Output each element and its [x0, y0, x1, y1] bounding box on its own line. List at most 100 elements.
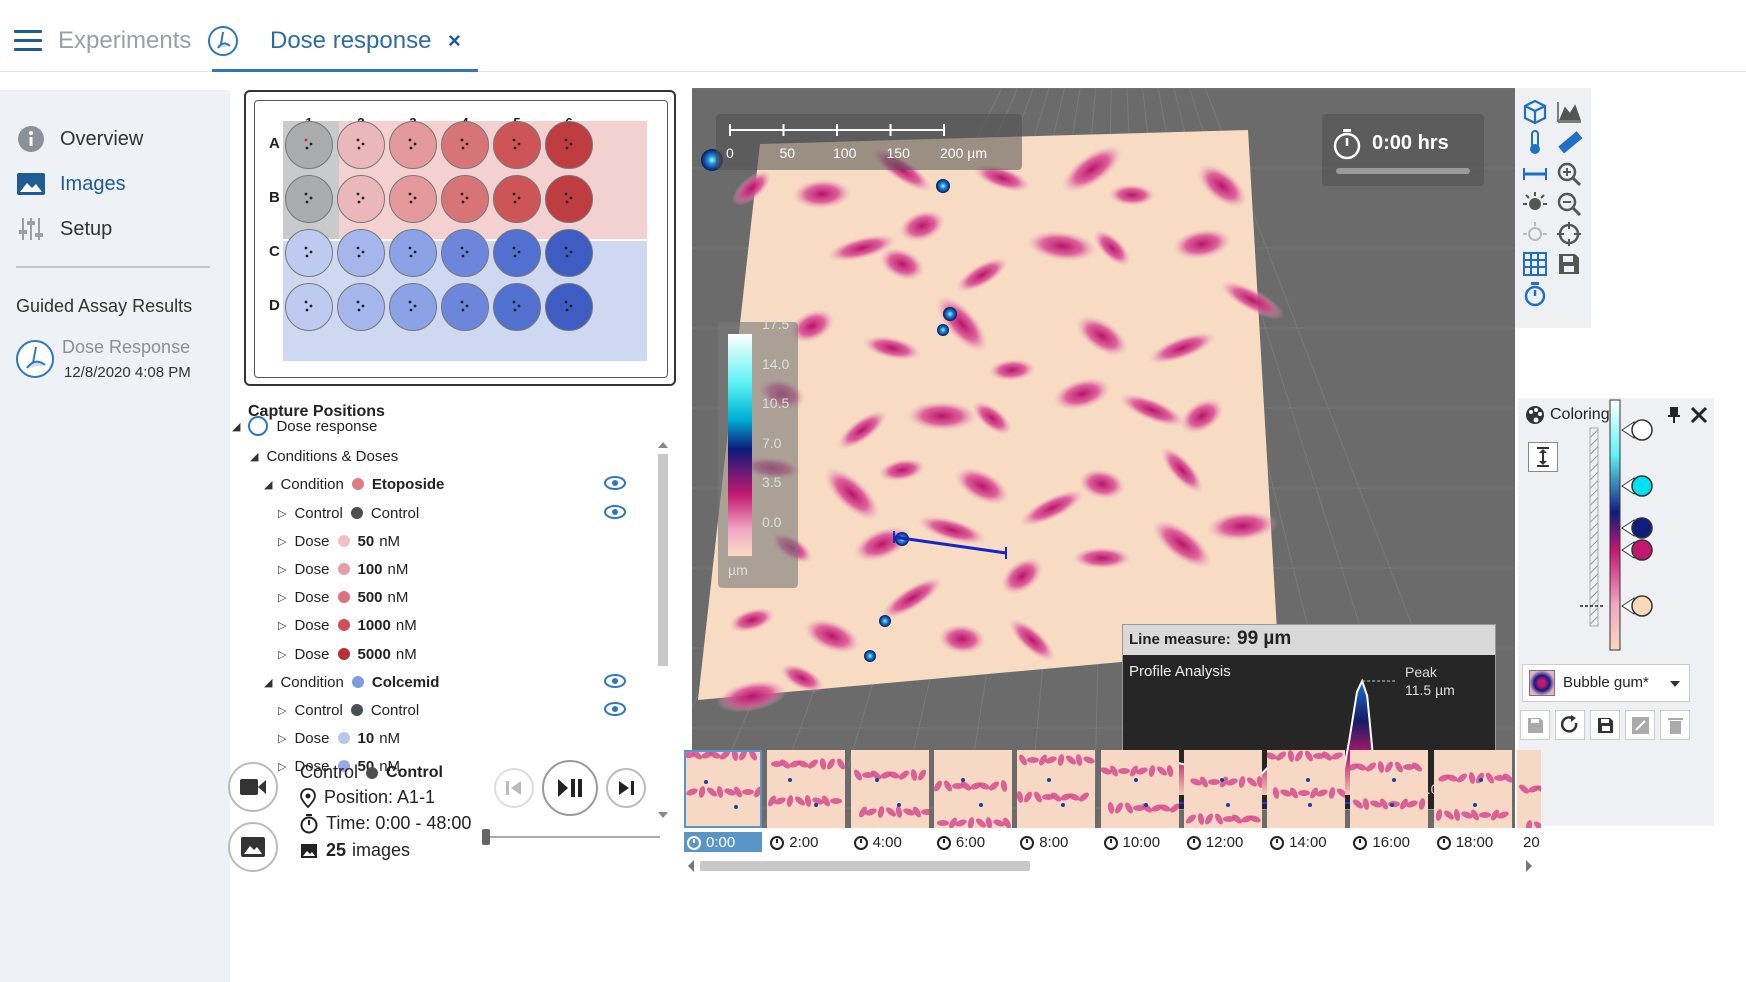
plate-well[interactable] — [389, 283, 437, 331]
save-preset-button[interactable] — [1520, 710, 1550, 740]
expand-toggle-icon[interactable]: ▷ — [278, 591, 286, 604]
plate-well[interactable] — [285, 229, 333, 277]
color-stop-handle[interactable] — [1631, 595, 1653, 617]
tree-row-cond[interactable]: ◢ Condition Etoposide — [264, 471, 444, 497]
timeline-time-label[interactable]: 20:00 — [1517, 832, 1541, 852]
plate-well[interactable] — [337, 283, 385, 331]
expand-toggle-icon[interactable]: ◢ — [232, 420, 240, 433]
expand-toggle-icon[interactable]: ◢ — [264, 676, 272, 689]
visibility-eye-icon[interactable] — [604, 702, 626, 716]
timeline-thumbnail[interactable] — [1017, 750, 1096, 828]
color-stop-handle[interactable] — [1631, 475, 1653, 497]
tree-row-item[interactable]: ▷ Dose 500 nM — [278, 584, 408, 610]
plate-well[interactable] — [389, 229, 437, 277]
color-stop-handle[interactable] — [1631, 517, 1653, 539]
timeline-time-label[interactable]: 12:00 — [1184, 832, 1262, 852]
plate-well[interactable] — [493, 229, 541, 277]
plate-well[interactable] — [441, 121, 489, 169]
area-chart-icon[interactable] — [1555, 98, 1583, 126]
timeline-time-label[interactable]: 4:00 — [851, 832, 929, 852]
expand-toggle-icon[interactable]: ◢ — [250, 450, 258, 463]
timeline-thumbnail[interactable] — [767, 750, 846, 828]
plate-well[interactable] — [337, 121, 385, 169]
visibility-eye-icon[interactable] — [604, 674, 626, 688]
plate-well[interactable] — [545, 121, 593, 169]
timeline-thumbnail[interactable] — [850, 750, 929, 828]
color-stop-handle[interactable] — [1631, 419, 1653, 441]
save-button[interactable] — [1590, 710, 1620, 740]
step-forward-button[interactable] — [606, 768, 646, 808]
brightness-low-icon[interactable] — [1521, 220, 1549, 248]
expand-toggle-icon[interactable]: ▷ — [278, 507, 286, 520]
fit-range-button[interactable] — [1528, 442, 1558, 472]
plate-well[interactable] — [441, 283, 489, 331]
plate-well[interactable] — [285, 175, 333, 223]
timeline-time-label[interactable]: 18:00 — [1434, 832, 1512, 852]
timeline-thumbnail[interactable] — [1517, 750, 1541, 828]
tree-row-item[interactable]: ▷ Control Control — [278, 697, 419, 723]
tree-scrollbar[interactable] — [657, 440, 669, 822]
plate-well[interactable] — [337, 175, 385, 223]
tree-row-root[interactable]: ◢ Dose response — [232, 413, 377, 439]
timeline-thumbnail[interactable] — [1350, 750, 1429, 828]
timeline-thumbnail[interactable] — [1433, 750, 1512, 828]
plate-well[interactable] — [493, 121, 541, 169]
plate-well[interactable] — [285, 121, 333, 169]
tree-row-group[interactable]: ◢ Conditions & Doses — [250, 443, 398, 469]
tree-row-item[interactable]: ▷ Dose 50 nM — [278, 528, 400, 554]
zoom-out-icon[interactable] — [1555, 190, 1583, 218]
assay-name-link[interactable]: Dose Response — [62, 337, 190, 358]
plate-well[interactable] — [389, 121, 437, 169]
grid-icon[interactable] — [1521, 250, 1549, 278]
timeline-time-label[interactable]: 6:00 — [934, 832, 1012, 852]
plate-well[interactable] — [545, 175, 593, 223]
reset-button[interactable] — [1555, 710, 1585, 740]
zoom-in-icon[interactable] — [1555, 160, 1583, 188]
tree-row-item[interactable]: ▷ Dose 1000 nM — [278, 612, 417, 638]
video-button[interactable] — [228, 762, 278, 812]
plate-well[interactable] — [545, 283, 593, 331]
expand-toggle-icon[interactable]: ▷ — [278, 563, 286, 576]
color-stop-handle[interactable] — [1631, 539, 1653, 561]
timeline-scrollbar[interactable] — [688, 858, 1532, 874]
ruler-icon[interactable] — [1555, 128, 1583, 156]
timer-icon[interactable] — [1521, 280, 1549, 308]
expand-toggle-icon[interactable]: ▷ — [278, 648, 286, 661]
timeline-thumbnail[interactable] — [933, 750, 1012, 828]
playback-slider-track[interactable] — [488, 836, 660, 838]
expand-toggle-icon[interactable]: ▷ — [278, 732, 286, 745]
timeline-time-label[interactable]: 8:00 — [1017, 832, 1095, 852]
timeline-time-label[interactable]: 14:00 — [1267, 832, 1345, 852]
play-pause-button[interactable] — [542, 760, 598, 816]
timeline-thumbnail[interactable] — [684, 750, 762, 828]
timeline-time-label[interactable]: 16:00 — [1350, 832, 1428, 852]
visibility-eye-icon[interactable] — [604, 476, 626, 490]
timeline-time-label[interactable]: 10:00 — [1101, 832, 1179, 852]
sidebar-item-setup[interactable]: Setup — [16, 212, 112, 246]
timeline-thumbnail[interactable] — [1183, 750, 1262, 828]
cube-icon[interactable] — [1521, 98, 1549, 126]
tab-experiments[interactable]: Experiments — [58, 27, 191, 55]
preset-select[interactable]: Bubble gum* — [1522, 664, 1690, 702]
color-stop-editor[interactable] — [1578, 398, 1708, 658]
crosshair-icon[interactable] — [1555, 220, 1583, 248]
expand-toggle-icon[interactable]: ▷ — [278, 535, 286, 548]
plate-well[interactable] — [285, 283, 333, 331]
delete-button[interactable] — [1660, 710, 1690, 740]
tree-row-item[interactable]: ▷ Dose 5000 nM — [278, 641, 417, 667]
plate-well[interactable] — [493, 283, 541, 331]
image-button[interactable] — [228, 822, 278, 872]
visibility-eye-icon[interactable] — [604, 505, 626, 519]
measure-icon[interactable] — [1521, 160, 1549, 188]
sidebar-item-overview[interactable]: Overview — [16, 122, 143, 156]
tree-row-cond[interactable]: ◢ Condition Colcemid — [264, 669, 439, 695]
close-tab-icon[interactable]: × — [448, 28, 461, 54]
edit-button[interactable] — [1625, 710, 1655, 740]
brightness-icon[interactable] — [1521, 190, 1549, 218]
playback-slider-thumb[interactable] — [482, 829, 490, 845]
timeline-time-label[interactable]: 0:00 — [684, 832, 762, 852]
plate-well[interactable] — [493, 175, 541, 223]
expand-toggle-icon[interactable]: ◢ — [264, 478, 272, 491]
plate-well[interactable] — [337, 229, 385, 277]
step-back-button[interactable] — [494, 768, 534, 808]
